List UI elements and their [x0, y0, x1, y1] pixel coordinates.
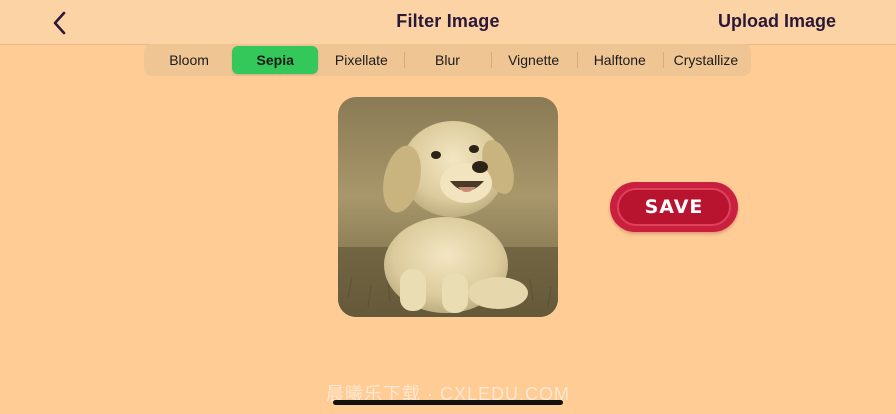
filter-segmented-control: Bloom Sepia Pixellate Blur Vignette Half… [144, 44, 751, 76]
upload-image-button[interactable]: Upload Image [718, 11, 836, 32]
home-indicator[interactable] [333, 400, 563, 405]
filter-option-pixellate[interactable]: Pixellate [318, 46, 404, 74]
filtered-image-preview [338, 97, 558, 317]
filter-option-vignette[interactable]: Vignette [490, 46, 577, 74]
save-button[interactable]: SAVE [610, 182, 738, 232]
filter-option-bloom[interactable]: Bloom [146, 46, 232, 74]
navigation-bar: Filter Image Upload Image [0, 0, 896, 45]
filter-option-halftone[interactable]: Halftone [576, 46, 663, 74]
filter-option-blur[interactable]: Blur [404, 46, 490, 74]
filter-option-crystallize[interactable]: Crystallize [662, 46, 749, 74]
filter-option-sepia[interactable]: Sepia [232, 46, 319, 74]
save-button-label: SAVE [644, 196, 704, 218]
puppy-photo [338, 97, 558, 317]
